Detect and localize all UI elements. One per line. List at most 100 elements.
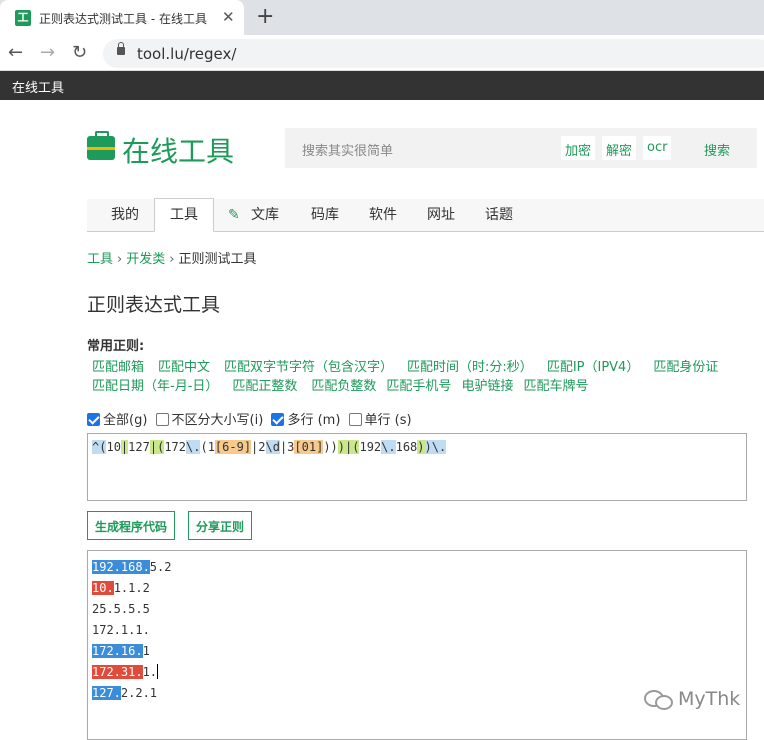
- browser-toolbar: ← → ↻ tool.lu/regex/: [0, 35, 764, 71]
- regex-input[interactable]: ^(10|127|(172\.(1[6-9]|2\d|3[01])))|(192…: [87, 433, 747, 501]
- pattern-link[interactable]: 匹配中文: [158, 360, 210, 375]
- regex-token: \.: [186, 440, 201, 454]
- watermark: MyThk: [644, 688, 740, 710]
- search-input[interactable]: 搜索其实很简单: [302, 140, 393, 159]
- nav-item-library-label: 文库: [251, 207, 279, 223]
- match-highlight: 127.: [92, 686, 121, 700]
- pattern-link[interactable]: 匹配时间（时:分:秒）: [407, 360, 533, 375]
- search-box: 搜索其实很简单 加密 解密 ocr 搜索: [285, 128, 757, 168]
- browser-tab[interactable]: 工 正则表达式测试工具 - 在线工具 ✕: [0, 0, 244, 35]
- regex-token: [01]: [294, 440, 324, 454]
- breadcrumb-dev[interactable]: 开发类: [126, 252, 165, 267]
- breadcrumb: 工具 › 开发类 › 正则测试工具: [87, 248, 256, 267]
- regex-token: |2: [251, 440, 266, 454]
- test-line-rest: 2.2.1: [120, 686, 158, 700]
- breadcrumb-current: 正则测试工具: [178, 252, 257, 267]
- flag-ignorecase-label: 不区分大小写(i): [171, 413, 264, 428]
- regex-token: (: [200, 440, 208, 454]
- match-highlight: 192.168.: [92, 560, 150, 574]
- watermark-text: MyThk: [678, 688, 741, 710]
- breadcrumb-separator: ›: [169, 252, 175, 267]
- generate-code-button[interactable]: 生成程序代码: [87, 511, 176, 540]
- common-regex-label: 常用正则:: [87, 339, 145, 354]
- test-line: 172.16.1: [92, 641, 742, 662]
- pattern-link[interactable]: 匹配车牌号: [523, 379, 588, 394]
- decrypt-button[interactable]: 解密: [602, 136, 637, 160]
- common-regex-list: 匹配邮箱 匹配中文 匹配双字节字符（包含汉字） 匹配时间（时:分:秒） 匹配IP（IPV…: [92, 358, 752, 396]
- close-tab-icon[interactable]: ✕: [222, 8, 235, 26]
- breadcrumb-separator: ›: [117, 252, 123, 267]
- flag-ignorecase-checkbox[interactable]: [155, 413, 169, 426]
- match-highlight: 10.: [92, 581, 114, 595]
- test-line: 192.168.5.2: [92, 557, 742, 578]
- test-line: 10.1.1.2: [92, 578, 742, 599]
- test-line-rest: 172.1.1.: [92, 623, 150, 637]
- breadcrumb-tools[interactable]: 工具: [87, 252, 113, 267]
- nav-item-mine[interactable]: 我的: [96, 199, 154, 231]
- regex-flags: 全部(g) 不区分大小写(i) 多行 (m) 单行 (s): [87, 409, 416, 428]
- regex-token: 127: [128, 440, 150, 454]
- pattern-link[interactable]: 匹配邮箱: [92, 360, 144, 375]
- pattern-link[interactable]: 匹配负整数: [311, 379, 376, 394]
- test-line-rest: 1.: [142, 665, 158, 679]
- new-tab-icon[interactable]: +: [256, 4, 274, 29]
- nav-item-library[interactable]: ✎ 文库: [224, 199, 288, 231]
- toolbox-icon: [87, 131, 115, 160]
- test-line-rest: 25.5.5.5: [92, 602, 150, 616]
- regex-token: \d: [265, 440, 280, 454]
- pattern-link[interactable]: 电驴链接: [461, 379, 513, 394]
- search-button[interactable]: 搜索: [695, 136, 739, 160]
- regex-token: )): [323, 440, 338, 454]
- pattern-link[interactable]: 匹配正整数: [232, 379, 297, 394]
- flag-multiline-label: 多行 (m): [287, 413, 341, 428]
- reload-icon[interactable]: ↻: [72, 42, 87, 63]
- ocr-button[interactable]: ocr: [643, 136, 672, 160]
- nav-item-urls[interactable]: 网址: [415, 199, 467, 231]
- test-line: 25.5.5.5: [92, 599, 742, 620]
- nav-item-tools[interactable]: 工具: [154, 198, 214, 232]
- nav-item-software[interactable]: 软件: [357, 199, 409, 231]
- pattern-link[interactable]: 匹配身份证: [653, 360, 718, 375]
- test-text-input[interactable]: 192.168.5.2 10.1.1.2 25.5.5.5 172.1.1. 1…: [87, 550, 747, 740]
- forward-arrow-icon[interactable]: →: [40, 42, 55, 63]
- regex-token: ): [424, 440, 432, 454]
- address-bar[interactable]: tool.lu/regex/: [103, 39, 764, 68]
- browser-tab-strip: 工 正则表达式测试工具 - 在线工具 ✕ +: [0, 0, 764, 35]
- encrypt-button[interactable]: 加密: [561, 136, 596, 160]
- nav-item-topics[interactable]: 话题: [473, 199, 525, 231]
- back-arrow-icon[interactable]: ←: [8, 42, 23, 63]
- flag-singleline-label: 单行 (s): [364, 413, 412, 428]
- flag-multiline-checkbox[interactable]: [271, 413, 285, 426]
- regex-token: |: [149, 440, 158, 454]
- pattern-link[interactable]: 匹配手机号: [386, 379, 451, 394]
- test-line: 172.1.1.: [92, 620, 742, 641]
- regex-token: \.: [381, 440, 396, 454]
- page-title: 正则表达式工具: [87, 294, 221, 316]
- regex-token: ): [337, 440, 345, 454]
- nav-item-code[interactable]: 码库: [299, 199, 351, 231]
- regex-token: \.: [431, 440, 447, 454]
- flag-global-checkbox[interactable]: [87, 413, 100, 426]
- match-highlight: 172.31.: [92, 665, 143, 679]
- site-top-bar: 在线工具: [0, 71, 764, 100]
- regex-token: 168: [395, 440, 418, 454]
- text-cursor: [157, 664, 159, 679]
- pattern-link[interactable]: 匹配双字节字符（包含汉字）: [224, 360, 393, 375]
- test-line-rest: 1: [142, 644, 150, 658]
- pattern-link[interactable]: 匹配日期（年-月-日）: [92, 379, 218, 394]
- flag-singleline-checkbox[interactable]: [348, 413, 362, 426]
- site-top-title[interactable]: 在线工具: [12, 81, 64, 96]
- share-regex-button[interactable]: 分享正则: [188, 511, 253, 540]
- match-highlight: 172.16.: [92, 644, 143, 658]
- site-favicon-icon: 工: [15, 10, 31, 26]
- main-nav: 我的 工具 ✎ 文库 码库 软件 网址 话题: [87, 198, 764, 232]
- regex-token: 10: [106, 440, 121, 454]
- regex-token: 172: [164, 440, 186, 454]
- test-line-rest: 5.2: [149, 560, 172, 574]
- tab-title: 正则表达式测试工具 - 在线工具: [39, 12, 207, 26]
- pattern-link[interactable]: 匹配IP（IPV4）: [547, 360, 640, 375]
- test-line: 172.31.1.: [92, 662, 742, 683]
- regex-token: [6-9]: [214, 440, 252, 454]
- logo-text: 在线工具: [122, 135, 235, 168]
- regex-token: 192: [359, 440, 382, 454]
